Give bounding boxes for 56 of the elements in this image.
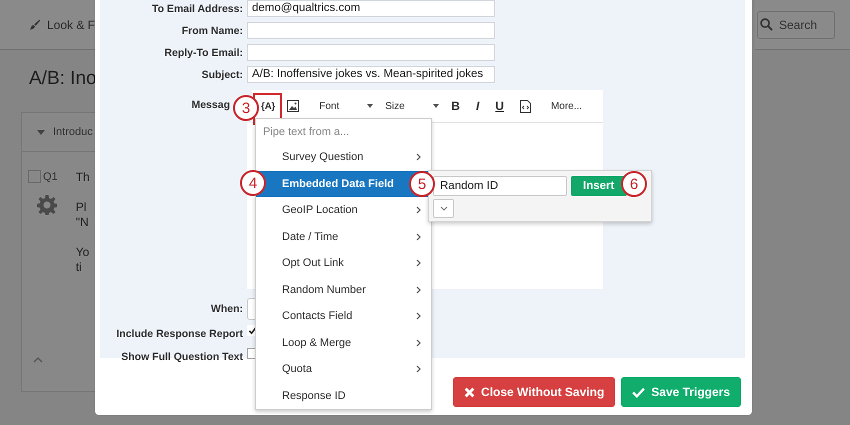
input-field[interactable]: A/B: Inoffensive jokes vs. Mean-spirited jokes [247,66,495,83]
italic-button[interactable]: I [476,99,480,113]
toolbar-item[interactable]: Look & F [46,18,95,32]
menu-header: Pipe text from a... [262,125,350,140]
close-icon [464,386,476,398]
menu-item[interactable]: Contacts Field [256,303,431,330]
question-number: Q1 [43,170,58,182]
chevron-down-icon [440,206,448,211]
document-icon[interactable] [520,100,531,112]
question-text: Th [76,170,90,185]
caret-icon [367,104,374,108]
image-icon[interactable] [287,100,300,112]
input-field[interactable] [247,22,495,39]
field-label: Reply-To Email: [163,46,243,58]
question-text: ti [76,260,83,275]
menu-item[interactable]: Opt Out Link [256,250,431,276]
question-text: Yo [76,245,90,260]
option-label: Show Full Question Text [120,351,243,363]
menu-item[interactable]: Loop & Merge [256,330,431,356]
input-field[interactable] [247,44,495,61]
field-label: Subject: [200,68,243,80]
field-label: Messag [191,99,230,111]
caret-icon [433,104,440,108]
toolbar-dropdown[interactable]: Font [319,100,374,112]
search-field[interactable]: Search [757,10,835,38]
block-title: Introduc [53,126,93,138]
input-field[interactable]: Random ID [433,176,567,196]
page-title: A/B: Ino [28,67,95,90]
toolbar-dropdown[interactable]: Size [385,100,440,112]
question-text: Pl [76,200,88,215]
underline-button[interactable]: U [495,99,504,113]
close-button[interactable]: Close Without Saving [453,377,616,407]
menu-item[interactable]: Date / Time [256,224,431,250]
menu-item[interactable]: Response ID [256,382,431,409]
input-field[interactable]: demo@qualtrics.com [247,0,495,17]
menu-item[interactable]: Survey Question [256,144,431,170]
dropdown-toggle[interactable] [433,199,454,218]
menu-item[interactable]: Quota [256,356,431,382]
bold-button[interactable]: B [451,99,460,113]
question-checkbox[interactable] [28,170,41,183]
step-number: 3 [233,95,259,121]
step-number: 4 [240,170,266,196]
option-label: Include Response Report [115,328,243,340]
menu-item[interactable]: Random Number [256,276,431,303]
collapse-icon[interactable] [33,357,43,363]
caret-icon[interactable] [37,130,45,134]
field-label: From Name: [180,24,243,36]
check-icon [632,386,646,398]
more-button[interactable]: More... [550,100,582,112]
gear-icon[interactable] [37,195,57,215]
field-label: To Email Address: [150,2,243,14]
field-label: When: [210,303,243,315]
menu-item[interactable]: GeoIP Location [256,197,431,224]
question-text: "N [76,215,90,230]
piping-button[interactable]: {A} [261,100,276,112]
search-icon [760,18,773,31]
